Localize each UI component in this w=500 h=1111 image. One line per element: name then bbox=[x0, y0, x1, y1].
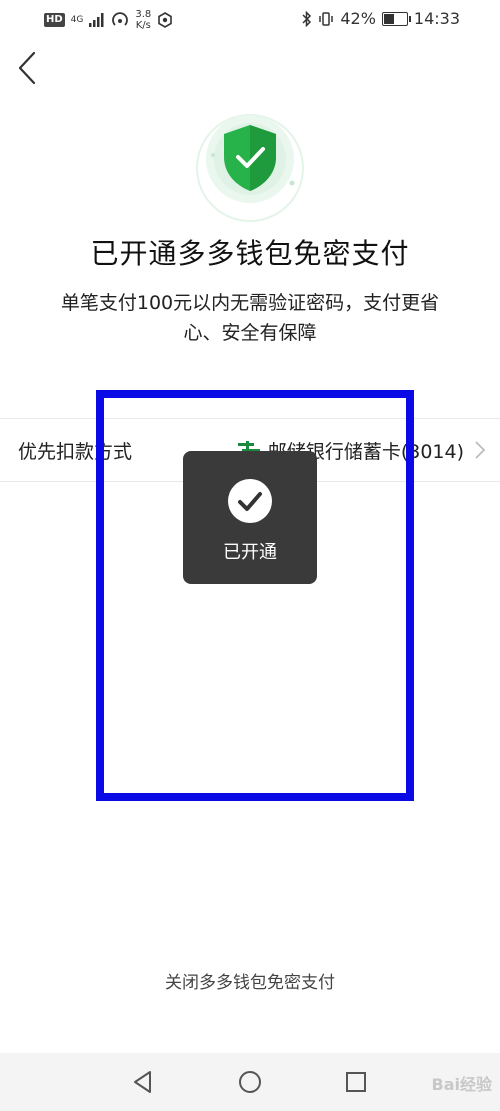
page-title: 已开通多多钱包免密支付 bbox=[90, 237, 410, 270]
nav-home-button[interactable] bbox=[233, 1065, 267, 1099]
chevron-right-icon bbox=[475, 441, 486, 459]
status-right: 42% 14:33 bbox=[302, 9, 460, 28]
toast-check-circle bbox=[228, 479, 272, 523]
battery-percent: 42% bbox=[340, 9, 376, 28]
nav-back-button[interactable] bbox=[126, 1065, 160, 1099]
toast-text: 已开通 bbox=[223, 542, 277, 563]
circle-home-icon bbox=[239, 1071, 261, 1093]
hotspot-icon bbox=[112, 12, 129, 26]
success-toast: 已开通 bbox=[183, 451, 317, 584]
nav-recent-button[interactable] bbox=[339, 1065, 373, 1099]
chevron-left-icon bbox=[18, 51, 36, 85]
check-circle-icon bbox=[238, 492, 262, 511]
description-text: 单笔支付100元以内无需验证密码，支付更省心、安全有保障 bbox=[60, 292, 440, 344]
close-password-free-link[interactable]: 关闭多多钱包免密支付 bbox=[0, 968, 500, 993]
network-speed: 3.8 K/s bbox=[135, 9, 151, 31]
bluetooth-icon bbox=[302, 10, 312, 27]
hd-badge: HD bbox=[44, 13, 65, 27]
watermark: Bai经验 bbox=[431, 1075, 492, 1094]
signal-icon bbox=[89, 13, 104, 27]
square-recent-icon bbox=[346, 1072, 366, 1092]
back-button[interactable] bbox=[14, 50, 46, 86]
vibrate-icon bbox=[319, 11, 334, 26]
hero-badge bbox=[195, 113, 305, 223]
speed-unit: K/s bbox=[135, 20, 151, 31]
shield-check-icon bbox=[196, 114, 304, 222]
triangle-back-icon bbox=[134, 1071, 151, 1093]
payment-method-label: 优先扣款方式 bbox=[18, 441, 133, 463]
status-left: HD 4G 3.8 K/s bbox=[44, 9, 173, 31]
network-type: 4G bbox=[70, 14, 84, 25]
system-nav-bar: Bai经验 bbox=[0, 1053, 500, 1111]
battery-icon bbox=[381, 11, 411, 26]
app-notification-icon bbox=[158, 12, 173, 28]
battery-fill bbox=[383, 13, 394, 24]
status-bar: HD 4G 3.8 K/s 42% 14:33 bbox=[0, 0, 500, 38]
clock: 14:33 bbox=[413, 9, 460, 28]
speed-value: 3.8 bbox=[135, 9, 152, 20]
